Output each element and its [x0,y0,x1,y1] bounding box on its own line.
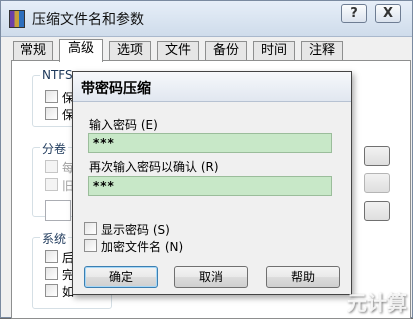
volume-checkbox-1[interactable] [45,160,58,173]
system-checkbox-1[interactable] [45,250,58,263]
enter-password-label: 输入密码 (E) [89,118,158,132]
volume-checkbox-2[interactable] [45,178,58,191]
cancel-button[interactable]: 取消 [174,266,248,288]
password-field[interactable]: *** [88,133,332,153]
encrypt-filenames-checkbox[interactable] [84,239,97,252]
tab-advanced[interactable]: 高级 [59,39,103,62]
dialog-title-bar: 带密码压缩 [73,72,351,102]
watermark-logo: 元计算 [347,291,407,315]
ntfs-checkbox-1[interactable] [45,90,58,103]
volume-group-label: 分卷 [40,140,69,157]
tab-options[interactable]: 选项 [109,41,151,61]
tab-backup[interactable]: 备份 [205,41,247,61]
volume-size-combo[interactable] [45,200,71,221]
system-group-label: 系统 [40,230,69,247]
settings-side-button-2[interactable] [364,173,390,193]
reenter-password-label: 再次输入密码以确认 (R) [89,160,219,174]
show-password-label: 显示密码 (S) [101,223,170,237]
close-title-button[interactable]: X [375,4,401,23]
tab-time[interactable]: 时间 [253,41,295,61]
tab-files[interactable]: 文件 [157,41,199,61]
system-checkbox-2[interactable] [45,267,58,280]
system-checkbox-3[interactable] [45,284,58,297]
tab-comment[interactable]: 注释 [301,41,343,61]
help-title-button[interactable]: ? [341,4,367,23]
window-title: 压缩文件名和参数 [32,12,144,28]
dialog-title: 带密码压缩 [81,81,151,97]
winrar-icon [9,10,25,28]
password-dialog: 带密码压缩 输入密码 (E) *** 再次输入密码以确认 (R) *** 显示密… [72,71,352,295]
show-password-checkbox[interactable] [84,222,97,235]
reenter-password-field[interactable]: *** [88,176,332,196]
ok-button[interactable]: 确定 [84,266,158,288]
settings-side-button-3[interactable] [364,201,390,221]
encrypt-filenames-label: 加密文件名 (N) [101,240,184,254]
tab-bar: 常规 高级 选项 文件 备份 时间 注释 [13,39,413,62]
window-title-bar: 压缩文件名和参数 ? X [1,1,412,37]
settings-side-button-1[interactable] [364,146,390,166]
ntfs-checkbox-2[interactable] [45,107,58,120]
ntfs-group-label: NTFS [40,68,75,82]
help-button[interactable]: 帮助 [266,266,340,288]
tab-general[interactable]: 常规 [13,41,53,61]
